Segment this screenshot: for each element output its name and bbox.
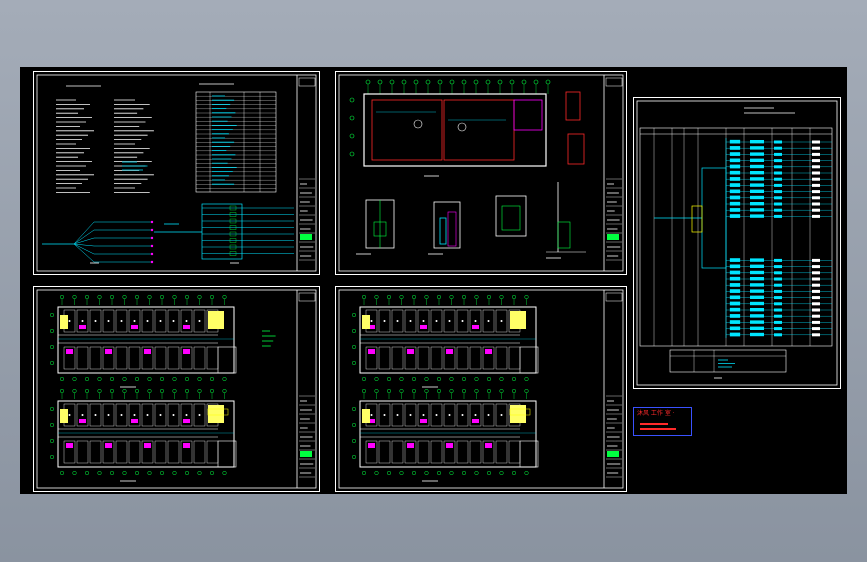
stamp-line — [640, 428, 676, 430]
sheet-design-notes[interactable] — [33, 71, 320, 275]
stamp-title: 沐风 工作 室 · — [637, 410, 675, 417]
sheet-floor-plan-lower[interactable] — [33, 286, 320, 492]
stamp-line — [640, 423, 668, 425]
sheet-floor-plan-upper[interactable] — [335, 286, 627, 492]
designer-stamp: 沐风 工作 室 · — [633, 407, 692, 436]
sheet-detail-plan[interactable] — [335, 71, 627, 275]
sheet-distribution-system[interactable] — [633, 97, 841, 389]
